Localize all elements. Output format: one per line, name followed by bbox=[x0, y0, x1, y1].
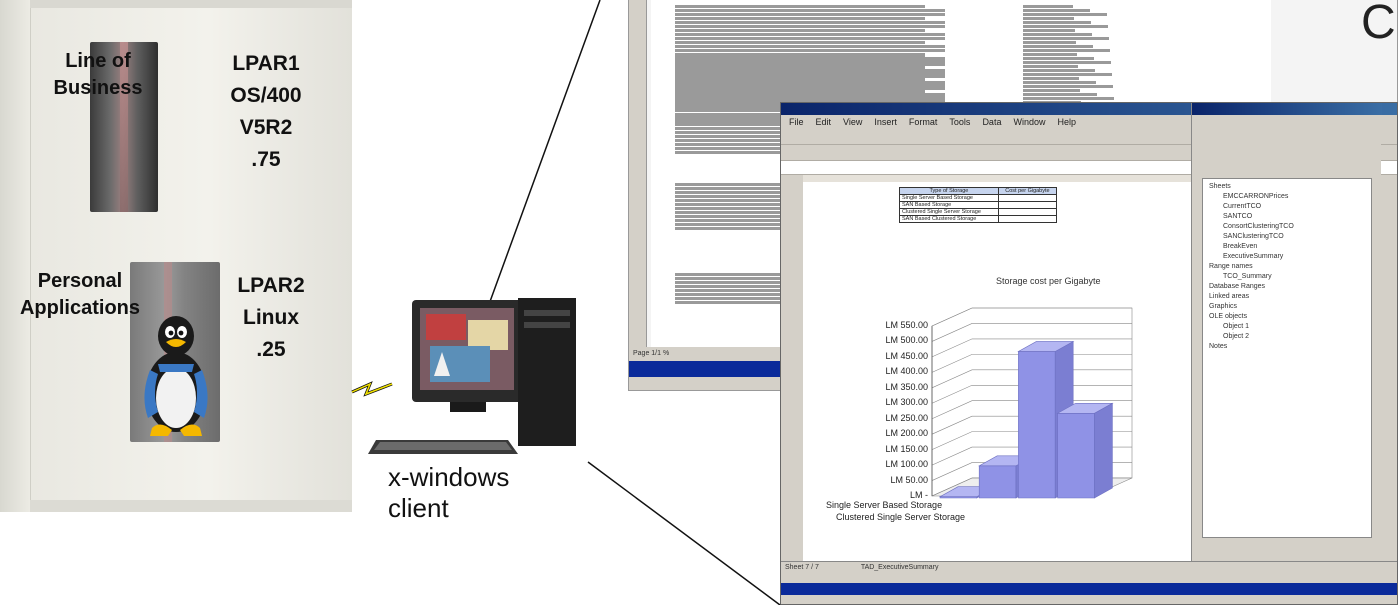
zoom-connector-top bbox=[483, 0, 601, 319]
diagram-stage: Line of Business LPAR1 OS/400 V5R2 .75 P… bbox=[0, 0, 1398, 605]
zoom-connector-bottom bbox=[587, 461, 781, 605]
client-workstation-icon bbox=[368, 298, 576, 454]
client-label: x-windows client bbox=[388, 462, 510, 523]
connector-overlay bbox=[351, 0, 781, 605]
